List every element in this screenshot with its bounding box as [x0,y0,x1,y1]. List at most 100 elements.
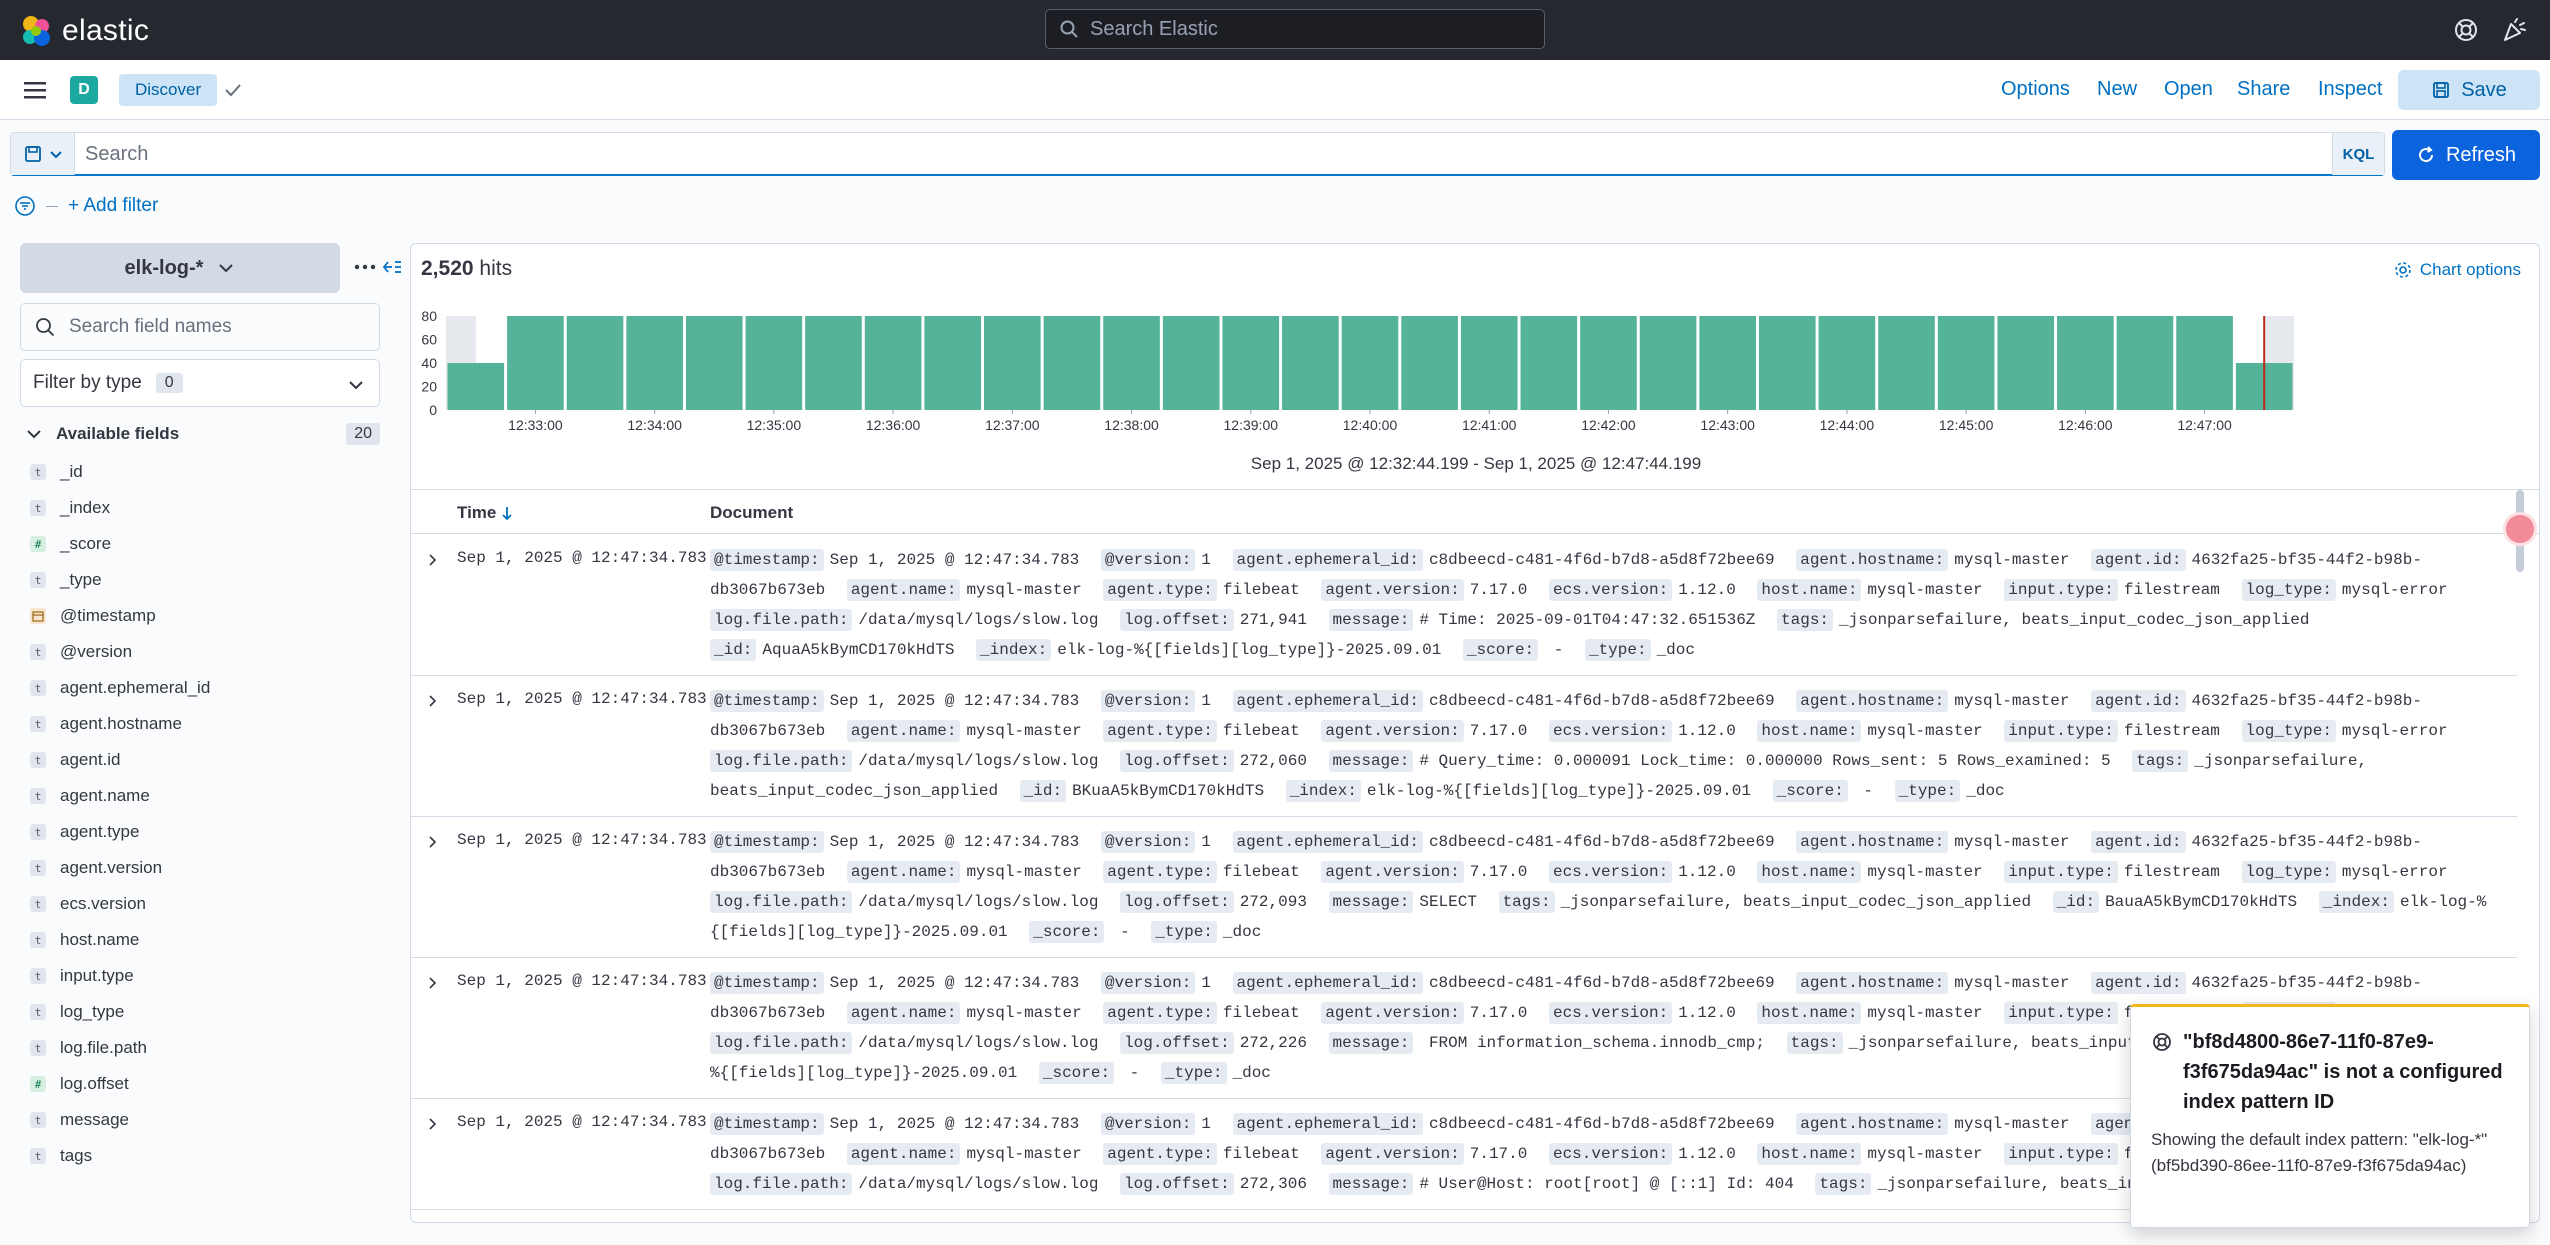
collapse-sidebar-icon[interactable] [382,257,402,277]
histogram-bar[interactable] [1997,316,2055,410]
field-item[interactable]: t log.file.path [30,1030,380,1066]
field-item[interactable]: t _index [30,490,380,526]
options-link[interactable]: Options [2001,78,2070,101]
share-link[interactable]: Share [2237,78,2290,101]
histogram-bar[interactable] [1401,316,1458,410]
field-value: # Query_time: 0.000091 Lock_time: 0.0000… [1419,752,2111,770]
histogram-bar[interactable] [924,316,982,410]
help-lifebuoy-icon[interactable] [2452,16,2480,44]
new-link[interactable]: New [2097,78,2137,101]
string-type-icon: t [30,644,46,660]
inspect-link[interactable]: Inspect [2318,78,2382,101]
field-item[interactable]: @timestamp [30,598,380,634]
field-key: agent.ephemeral_id: [1232,690,1423,712]
histogram-bar[interactable] [2176,316,2233,410]
histogram-bar[interactable] [2057,316,2114,410]
histogram-bar[interactable] [447,363,505,410]
space-avatar[interactable]: D [70,76,98,104]
histogram-bar[interactable] [507,316,564,410]
histogram-bar[interactable] [1460,316,1518,410]
field-item[interactable]: t message [30,1102,380,1138]
histogram-bar[interactable] [1758,316,1816,410]
chart-options-button[interactable]: Chart options [2394,260,2521,280]
histogram-bar[interactable] [1580,316,1637,410]
more-options-icon[interactable] [354,261,376,273]
chevron-right-icon[interactable] [425,1117,439,1131]
field-item[interactable]: # log.offset [30,1066,380,1102]
histogram-bar[interactable] [805,316,862,410]
chevron-right-icon[interactable] [425,694,439,708]
field-key: agent.id: [2091,690,2186,712]
field-item[interactable]: t _id [30,454,380,490]
newsfeed-cheer-icon[interactable] [2500,16,2528,44]
column-header-time[interactable]: Time [457,503,514,523]
field-item[interactable]: t @version [30,634,380,670]
histogram-bar[interactable] [1043,316,1101,410]
field-item-label: _index [60,498,111,517]
histogram-bar[interactable] [1282,316,1339,410]
save-button[interactable]: Save [2398,70,2540,110]
breadcrumb-discover[interactable]: Discover [119,74,218,106]
query-language-toggle[interactable]: KQL [2332,133,2384,175]
field-value: filestream [2123,722,2220,740]
histogram-bar[interactable] [1639,316,1697,410]
field-item-label: ecs.version [60,894,146,913]
histogram-bar[interactable] [1818,316,1876,410]
field-item[interactable]: t _type [30,562,380,598]
histogram-bar[interactable] [1937,316,1995,410]
save-button-label: Save [2461,78,2507,101]
chevron-right-icon[interactable] [425,835,439,849]
histogram-bar[interactable] [1162,316,1220,410]
sort-descending-icon[interactable] [500,505,514,521]
global-search-box[interactable] [1045,9,1545,49]
y-tick-label: 80 [421,308,437,324]
field-item[interactable]: t agent.id [30,742,380,778]
field-search-input[interactable] [69,316,369,338]
field-item[interactable]: t tags [30,1138,380,1174]
field-item[interactable]: t agent.type [30,814,380,850]
saved-query-menu-button[interactable] [11,133,75,175]
field-item[interactable]: t host.name [30,922,380,958]
refresh-button[interactable]: Refresh [2392,130,2540,180]
chevron-right-icon[interactable] [425,553,439,567]
field-item[interactable]: t agent.version [30,850,380,886]
available-fields-header[interactable]: Available fields 20 [26,419,380,449]
histogram-bar[interactable] [566,316,624,410]
field-item[interactable]: t input.type [30,958,380,994]
filter-menu-icon[interactable] [14,195,36,217]
field-item[interactable]: t ecs.version [30,886,380,922]
field-item[interactable]: t agent.name [30,778,380,814]
field-search-box[interactable] [20,303,380,351]
histogram-bar[interactable] [745,316,803,410]
filter-by-type-button[interactable]: Filter by type 0 [20,359,380,407]
histogram-bar[interactable] [626,316,683,410]
histogram-bar[interactable] [1699,316,1756,410]
field-item[interactable]: t agent.ephemeral_id [30,670,380,706]
index-pattern-selector[interactable]: elk-log-* [20,243,340,293]
global-search-input[interactable] [1090,17,1530,41]
field-item[interactable]: t log_type [30,994,380,1030]
chevron-right-icon[interactable] [425,976,439,990]
add-filter-button[interactable]: + Add filter [68,195,158,217]
histogram-bar[interactable] [984,316,1041,410]
open-link[interactable]: Open [2164,78,2213,101]
histogram-bar[interactable] [1222,316,1280,410]
floating-assistant-icon[interactable] [2503,512,2537,546]
field-value: 7.17.0 [1469,581,1528,599]
query-search-input[interactable] [85,133,2330,175]
histogram-bar[interactable] [2116,316,2174,410]
histogram-bar[interactable] [1103,316,1160,410]
histogram-bar[interactable] [1341,316,1399,410]
x-tick-label: 12:35:00 [747,417,802,433]
histogram-bar[interactable] [864,316,922,410]
string-type-icon: t [30,932,46,948]
field-item[interactable]: # _score [30,526,380,562]
histogram-bar[interactable] [1520,316,1578,410]
histogram-chart[interactable]: 0 20 40 60 80 12:33:00 12:34:00 12:35:00 12:36:0… [411,304,2540,464]
histogram-bar[interactable] [685,316,743,410]
histogram-bar[interactable] [1878,316,1935,410]
elastic-logo[interactable]: elastic [20,14,149,48]
menu-hamburger-icon[interactable] [22,78,48,102]
field-item[interactable]: t agent.hostname [30,706,380,742]
field-value: - [1110,923,1140,941]
